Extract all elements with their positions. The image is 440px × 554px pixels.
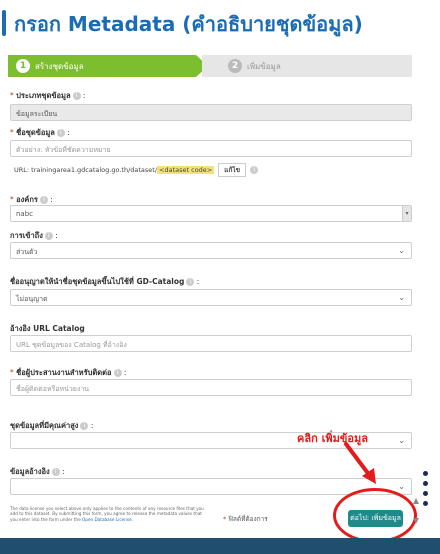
chevron-down-icon: ⌄ [398,246,405,255]
quality-label: ชุดข้อมูลที่มีคุณค่าสูง i : [10,421,94,430]
highlight-circle [333,488,417,543]
catalog-url-label: อ้างอิง URL Catalog [10,324,85,333]
title-bar: กรอก Metadata (คำอธิบายชุดข้อมูล) [0,0,440,48]
gd-catalog-select[interactable]: ไม่อนุญาต ⌄ [10,289,412,306]
page-title: กรอก Metadata (คำอธิบายชุดข้อมูล) [14,12,363,36]
visibility-value: ส่วนตัว [16,248,38,256]
dataset-type-value: ข้อมูลระเบียน [16,110,58,118]
arrow-icon [344,442,376,484]
info-icon[interactable]: i [113,369,122,377]
info-icon[interactable]: i [250,166,259,174]
gd-catalog-value: ไม่อนุญาต [16,295,48,303]
chevron-down-icon: ▾ [402,206,411,221]
info-icon[interactable]: i [56,129,65,137]
required-note: * ฟิลด์ที่ต้องการ [223,515,268,523]
visibility-select[interactable]: ส่วนตัว ⌄ [10,242,412,259]
info-icon[interactable]: i [72,92,81,100]
gd-catalog-label: ชื่ออนุญาตให้นำชื่อชุดข้อมูลขึ้นไปใช้ที่… [10,277,200,286]
responsible-placeholder: ชื่อผู้ติดต่อหรือหน่วยงาน [16,385,90,393]
responsible-label: * ชื่อผู้ประสานงานสำหรับติดต่อ i : [10,368,127,377]
step-add-data[interactable]: 2 เพิ่มข้อมูล [202,55,412,77]
license-link[interactable]: Open Database License. [82,517,133,522]
stepper: 1 สร้างชุดข้อมูล 2 เพิ่มข้อมูล [8,55,412,77]
info-icon[interactable]: i [39,196,48,204]
title-accent [2,10,6,36]
chevron-down-icon: ⌄ [398,482,405,491]
dataset-name-placeholder: ตัวอย่าง: หัวข้อที่ชัดความหมาย [16,146,111,154]
step-1-number: 1 [16,59,30,73]
reference-label: ข้อมูลอ้างอิง i : [10,467,65,476]
dataset-name-label: * ชื่อชุดข้อมูล i : [10,128,70,137]
organization-select[interactable]: nabc ▾ [10,205,412,222]
step-2-number: 2 [228,59,242,73]
organization-value: nabc [16,210,34,218]
footer-band [0,538,440,554]
info-icon[interactable]: i [44,232,53,240]
license-text: The data license you select above only a… [10,506,204,522]
info-icon[interactable]: i [186,278,195,286]
step-create-dataset[interactable]: 1 สร้างชุดข้อมูล [8,55,208,77]
dataset-type-label: * ประเภทชุดข้อมูล i : [10,91,86,100]
step-2-label: เพิ่มข้อมูล [247,62,281,71]
chevron-down-icon: ⌄ [398,293,405,302]
step-1-label: สร้างชุดข้อมูล [35,62,84,71]
dataset-type-field: ข้อมูลระเบียน [10,104,412,121]
dataset-name-input[interactable]: ตัวอย่าง: หัวข้อที่ชัดความหมาย [10,140,412,157]
url-code: <dataset code> [157,166,215,174]
info-icon[interactable]: i [80,422,89,430]
catalog-url-input[interactable]: URL ชุดข้อมูลของ Catalog ที่อ้างอิง [10,335,412,352]
more-dots-icon[interactable] [423,471,431,511]
responsible-input[interactable]: ชื่อผู้ติดต่อหรือหน่วยงาน [10,379,412,396]
info-icon[interactable]: i [51,468,60,476]
catalog-url-placeholder: URL ชุดข้อมูลของ Catalog ที่อ้างอิง [16,341,127,349]
visibility-label: การเข้าถึง i : [10,231,58,240]
url-edit-button[interactable]: แก้ไข [218,163,247,177]
url-prefix: URL: trainingarea1.gdcatalog.go.th/datas… [14,166,158,174]
url-line: URL: trainingarea1.gdcatalog.go.th/datas… [14,163,259,177]
chevron-down-icon: ⌄ [398,436,405,445]
scroll-arrows-icon[interactable] [412,496,420,526]
